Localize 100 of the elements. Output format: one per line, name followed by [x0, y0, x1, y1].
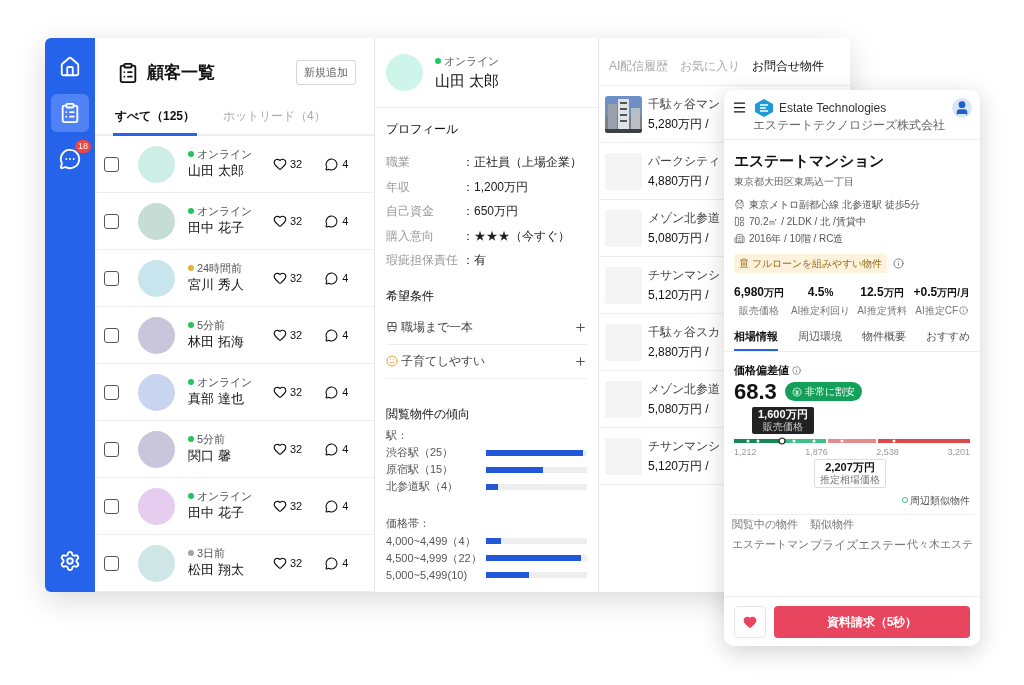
status-text: オンライン — [197, 375, 252, 389]
customer-name: 林田 拓海 — [188, 332, 245, 351]
property-tab[interactable]: お問合せ物件 — [752, 57, 825, 85]
table-cell-text: エステートマン — [732, 537, 810, 553]
property-name: メゾン北参道 — [648, 381, 720, 398]
clipboard-icon — [117, 61, 139, 84]
like-count: 32 — [290, 270, 303, 286]
clipboard-icon — [59, 102, 81, 124]
score-value: 68.3 — [734, 378, 777, 405]
checkbox[interactable] — [104, 156, 119, 172]
info-tab[interactable]: おすすめ — [926, 327, 970, 351]
comment-count: 4 — [342, 384, 349, 400]
field-label: 職業 — [386, 154, 411, 172]
train-icon — [734, 198, 745, 210]
checkbox[interactable] — [104, 441, 119, 457]
field-label: 年収 — [386, 178, 411, 196]
heart-icon — [273, 442, 287, 456]
filter-tab[interactable]: すべて（125） — [113, 107, 198, 136]
comment-icon — [325, 442, 339, 456]
customer-name: 松田 翔太 — [188, 560, 245, 579]
info-icon[interactable] — [792, 365, 801, 375]
status-text: オンライン — [197, 147, 252, 161]
face-icon — [386, 355, 398, 367]
property-price: 5,280万円 / — [648, 116, 710, 133]
heart-icon — [743, 614, 757, 629]
info-tab[interactable]: 周辺環境 — [798, 327, 842, 351]
add-icon[interactable] — [574, 320, 587, 334]
add-button[interactable]: 新規追加 — [296, 60, 356, 85]
checkbox[interactable] — [104, 384, 119, 400]
property-fact: 70.2㎡ / 2LDK / 北 /賃貸中 — [749, 214, 866, 229]
section-title: 価格偏差値 — [734, 363, 789, 378]
scale-tick: 3,201 — [947, 446, 970, 457]
stat-value: 6,980万円 — [734, 283, 785, 301]
tooltip-value: 1,600万円 — [758, 407, 808, 421]
bar-label: 5,000~5,499(10) — [386, 567, 469, 583]
info-tab[interactable]: 相場情報 — [734, 327, 778, 351]
section-title: 閲覧物件の傾向 — [386, 405, 471, 423]
field-label: 自己資金 — [386, 203, 435, 221]
status-text: オンライン — [197, 489, 252, 503]
info-icon[interactable] — [893, 257, 904, 269]
status-text: 3日前 — [197, 546, 226, 560]
heart-icon — [273, 271, 287, 285]
info-icon[interactable] — [959, 305, 969, 315]
bank-icon — [739, 258, 749, 268]
brand-subtitle: エステートテクノロジーズ株式会社 — [753, 117, 946, 132]
bar-label: 4,500~4,999（22） — [386, 550, 483, 566]
page-title: 顧客一覧 — [147, 61, 215, 84]
property-name: メゾン北参道 — [648, 210, 720, 227]
yen-icon — [791, 386, 802, 397]
property-address: 東京都大田区東馬込一丁目 — [734, 174, 855, 189]
comment-icon — [325, 328, 339, 342]
bar-label: 渋谷駅（25） — [386, 445, 455, 461]
property-price: 5,120万円 / — [648, 458, 710, 475]
info-tab[interactable]: 物件概要 — [862, 327, 906, 351]
heart-icon — [273, 499, 287, 513]
avatar — [386, 54, 423, 91]
group-label: 駅： — [386, 427, 409, 443]
menu-icon[interactable] — [732, 100, 747, 115]
checkbox[interactable] — [104, 213, 119, 229]
like-count: 32 — [290, 555, 303, 571]
section-title: プロフィール — [386, 121, 459, 138]
property-name: 千駄ヶ谷スカ — [648, 324, 720, 341]
comment-icon — [325, 214, 339, 228]
brand-name: Estate Technologies — [779, 99, 887, 117]
property-name: パークシティ — [648, 153, 720, 170]
group-label: 価格帯： — [386, 516, 431, 531]
legend-label: 周辺類似物件 — [910, 493, 970, 508]
customer-name: 田中 花子 — [188, 503, 245, 522]
checkbox[interactable] — [104, 270, 119, 286]
comment-icon — [325, 271, 339, 285]
customer-name: 田中 花子 — [188, 218, 245, 237]
field-value: ：1,200万円 — [462, 178, 529, 196]
field-value: ：正社員（上場企業） — [462, 154, 582, 172]
stat-label: AI推定CF — [915, 303, 959, 318]
status-text: オンライン — [444, 54, 499, 69]
chat-icon — [59, 148, 81, 170]
favorite-button[interactable] — [734, 605, 766, 638]
scale-tick: 1,876 — [805, 446, 828, 457]
comment-icon — [325, 499, 339, 513]
heart-icon — [273, 328, 287, 342]
property-price: 5,080万円 / — [648, 401, 710, 418]
like-count: 32 — [290, 213, 303, 229]
checkbox[interactable] — [104, 555, 119, 571]
comment-count: 4 — [342, 555, 349, 571]
tooltip-label: 販売価格 — [762, 420, 803, 433]
sidebar-item[interactable] — [51, 94, 89, 132]
sidebar-item[interactable]: 18 — [51, 140, 89, 178]
field-value: ：★★★（今すぐ） — [462, 227, 570, 245]
like-count: 32 — [290, 441, 303, 457]
customer-name: 宮川 秀人 — [188, 275, 245, 294]
property-name: 千駄ヶ谷マン — [648, 96, 720, 113]
property-name: チサンマンシ — [648, 438, 720, 455]
checkbox[interactable] — [104, 498, 119, 514]
request-button[interactable]: 資料請求（5秒） — [774, 605, 970, 638]
add-icon[interactable] — [574, 354, 587, 368]
section-title: 希望条件 — [386, 287, 435, 305]
home-icon — [59, 56, 81, 78]
property-title: エステートマンション — [734, 151, 885, 171]
checkbox[interactable] — [104, 327, 119, 343]
user-avatar[interactable] — [952, 97, 972, 118]
